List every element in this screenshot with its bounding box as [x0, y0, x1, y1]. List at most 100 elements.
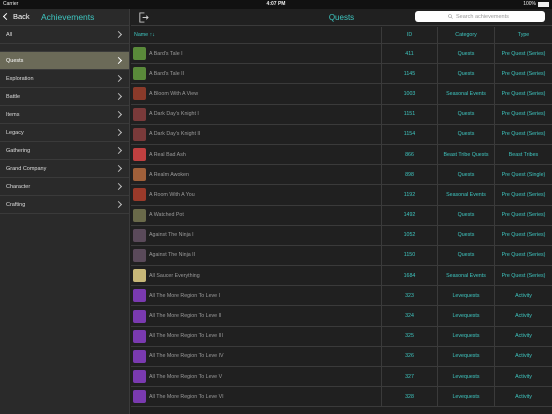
achievement-name: Against The Ninja I [149, 232, 194, 239]
cell-category: Quests [438, 245, 495, 266]
cell-id: 1003 [382, 84, 438, 104]
cell-category: Quests [438, 205, 495, 225]
search-input[interactable]: Search achievements [415, 11, 545, 22]
cell-name: All The More Region To Leve VI [131, 387, 382, 407]
sidebar-item-legacy[interactable]: Legacy [0, 124, 129, 142]
table-row[interactable]: A Room With A You 1192 Seasonal Events Pre … [131, 185, 552, 206]
red-flower-icon [133, 188, 146, 202]
red-flower-icon [133, 87, 146, 101]
cell-name: All Saucer Everything [131, 266, 382, 286]
table-row[interactable]: All The More Region To Leve II 324 Leveque… [131, 306, 552, 327]
sidebar-item-crafting[interactable]: Crafting [0, 196, 129, 214]
table-row[interactable]: A Bard's Tale II 1145 Quests Pre Quest (Ser… [131, 64, 552, 85]
table-row[interactable]: Against The Ninja II 1150 Quests Pre Quest … [131, 245, 552, 267]
sidebar: Back Achievements All Quests Exploration B… [0, 9, 130, 414]
column-header-category[interactable]: Category [438, 27, 495, 43]
book-icon [133, 168, 146, 182]
sidebar-item-quests[interactable]: Quests [0, 52, 129, 70]
sidebar-item-label: Crafting [6, 202, 26, 208]
cell-type: Activity [515, 373, 532, 380]
battery-percent: 100% [523, 1, 536, 7]
chevron-right-icon [114, 56, 123, 65]
cell-id: 323 [382, 286, 438, 306]
column-header-id[interactable]: ID [382, 27, 438, 43]
cell-id: 1052 [382, 225, 438, 245]
sidebar-item-grand-company[interactable]: Grand Company [0, 160, 129, 178]
sidebar-header: Back Achievements [0, 9, 129, 26]
chevron-right-icon [114, 110, 123, 119]
achievement-name: All The More Region To Leve III [149, 333, 224, 340]
sidebar-item-battle[interactable]: Battle [0, 88, 129, 106]
table-row[interactable]: A Real Bad Ash 866 Beast Tribe Quests Beast… [131, 144, 552, 166]
sidebar-item-items[interactable]: Items [0, 106, 129, 124]
clock: 4:07 PM [266, 1, 286, 7]
cell-id: 326 [382, 346, 438, 366]
cell-name: A Dark Day's Knight II [131, 124, 382, 144]
achievement-name: All Saucer Everything [149, 272, 200, 279]
cell-name: A Dark Day's Knight I [131, 104, 382, 124]
cell-type: Pre Quest (Series) [501, 90, 546, 97]
sidebar-item-exploration[interactable]: Exploration [0, 70, 129, 88]
top-bar: Quests Search achievements [131, 9, 552, 26]
cell-category: Levequests [438, 326, 495, 346]
cell-category: Levequests [438, 367, 495, 387]
dark-knight-icon [133, 107, 146, 121]
pot-icon [133, 208, 146, 222]
table-row[interactable]: All The More Region To Leve V 327 Leveques… [131, 367, 552, 388]
cell-category: Levequests [438, 306, 495, 326]
table-row[interactable]: A Bloom With A View 1003 Seasonal Events Pr… [131, 84, 552, 105]
table-body: A Bard's Tale I 411 Quests Pre Quest (Serie… [131, 44, 552, 408]
achievement-name: Against The Ninja II [149, 252, 196, 259]
cell-type: Pre Quest (Series) [501, 131, 546, 138]
table-row[interactable]: A Bard's Tale I 411 Quests Pre Quest (Serie… [131, 44, 552, 65]
main-panel: Quests Search achievements Name ↑↓ ID Ca… [131, 9, 552, 414]
table-row[interactable]: All The More Region To Leve III 325 Levequ… [131, 326, 552, 347]
sidebar-item-label: Character [6, 184, 31, 190]
cell-id: 324 [382, 306, 438, 326]
column-header-type[interactable]: Type [495, 27, 552, 43]
cell-type: Activity [515, 292, 532, 299]
purple-runner-icon [133, 289, 146, 303]
cell-name: All The More Region To Leve III [131, 326, 382, 346]
sidebar-item-all[interactable]: All [0, 26, 129, 44]
table-row[interactable]: All The More Region To Leve VI 328 Leveque… [131, 387, 552, 408]
cell-name: A Room With A You [131, 185, 382, 205]
cell-name: Against The Ninja II [131, 245, 382, 266]
table-row[interactable]: All The More Region To Leve I 323 Leveques… [131, 286, 552, 307]
achievement-name: A Watched Pot [149, 212, 184, 219]
status-bar: Carrier 4:07 PM 100% [0, 0, 552, 9]
battery-icon [538, 1, 549, 7]
cell-id: 411 [382, 44, 438, 64]
table-row[interactable]: A Dark Day's Knight I 1151 Quests Pre Quest… [131, 104, 552, 125]
table-row[interactable]: A Dark Day's Knight II 1154 Quests Pre Ques… [131, 124, 552, 145]
cell-id: 1492 [382, 205, 438, 225]
cell-name: A Bloom With A View [131, 84, 382, 104]
column-header-name[interactable]: Name ↑↓ [131, 27, 382, 43]
back-button[interactable]: Back [2, 12, 30, 21]
cell-id: 327 [382, 367, 438, 387]
table-row[interactable]: All Saucer Everything 1684 Seasonal Events… [131, 266, 552, 287]
cell-type: Pre Quest (Series) [501, 252, 546, 259]
table-row[interactable]: All The More Region To Leve IV 326 Leveque… [131, 346, 552, 367]
sidebar-item-gathering[interactable]: Gathering [0, 142, 129, 160]
cell-category: Quests [438, 44, 495, 64]
cell-category: Seasonal Events [438, 84, 495, 104]
sidebar-item-character[interactable]: Character [0, 178, 129, 196]
cell-name: A Watched Pot [131, 205, 382, 225]
cell-id: 328 [382, 387, 438, 407]
chevron-right-icon [114, 200, 123, 209]
achievement-name: All The More Region To Leve I [149, 292, 221, 299]
purple-runner-icon [133, 390, 146, 404]
cell-id: 898 [382, 165, 438, 185]
cell-id: 1684 [382, 266, 438, 286]
cell-name: All The More Region To Leve V [131, 367, 382, 387]
export-icon[interactable] [138, 12, 149, 23]
achievement-name: A Room With A You [149, 191, 195, 198]
chevron-right-icon [114, 30, 123, 39]
sidebar-item-label: Grand Company [6, 166, 47, 172]
battery-indicator: 100% [523, 1, 549, 7]
cell-category: Quests [438, 64, 495, 84]
table-row[interactable]: A Realm Awoken 898 Quests Pre Quest (Single… [131, 165, 552, 186]
table-row[interactable]: A Watched Pot 1492 Quests Pre Quest (Series… [131, 205, 552, 226]
table-row[interactable]: Against The Ninja I 1052 Quests Pre Quest (… [131, 225, 552, 246]
